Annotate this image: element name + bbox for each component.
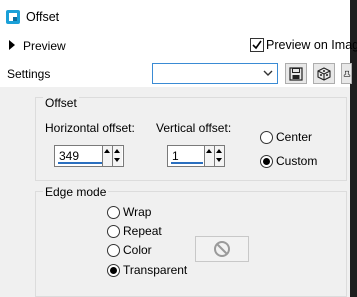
transparent-radio[interactable] (107, 264, 120, 277)
color-radio[interactable] (107, 244, 120, 257)
edge-color-swatch[interactable] (195, 236, 249, 262)
edge-mode-group-title: Edge mode (43, 185, 109, 199)
center-radio[interactable] (260, 131, 273, 144)
arrow-down-icon (216, 158, 222, 162)
value-underline (171, 162, 203, 164)
vertical-offset-value: 1 (172, 149, 179, 163)
horizontal-offset-field[interactable]: 349 (54, 145, 124, 167)
value-underline (58, 162, 102, 164)
arrow-down-icon (114, 158, 120, 162)
save-icon (289, 66, 303, 81)
repeat-radio[interactable] (107, 225, 120, 238)
preview-on-image-label: Preview on Image (266, 38, 357, 52)
color-radio-label: Color (123, 243, 152, 257)
offset-app-icon (6, 10, 20, 24)
save-preset-button[interactable] (285, 63, 307, 84)
radio-selected-dot (263, 158, 270, 165)
chevron-down-icon (263, 70, 273, 76)
vertical-offset-increment[interactable] (204, 146, 214, 166)
wrap-radio-label: Wrap (123, 205, 152, 219)
preview-label: Preview (23, 39, 66, 53)
repeat-radio-label: Repeat (123, 224, 162, 238)
edge-mode-group (35, 191, 347, 297)
transparent-radio-label: Transparent (123, 263, 188, 277)
window-title: Offset (26, 10, 60, 24)
checkmark-icon (252, 40, 262, 50)
preview-toggle[interactable]: Preview (9, 39, 69, 53)
vertical-offset-field[interactable]: 1 (167, 145, 225, 167)
radio-selected-dot (110, 267, 117, 274)
no-color-icon (214, 241, 230, 257)
horizontal-offset-label: Horizontal offset: (45, 121, 135, 135)
settings-label: Settings (7, 67, 51, 81)
horizontal-offset-decrement[interactable] (112, 146, 122, 166)
preview-on-image-checkbox[interactable] (250, 38, 264, 52)
presets-button[interactable] (313, 63, 335, 84)
arrow-up-icon (216, 149, 222, 153)
stamp-icon (343, 70, 351, 77)
custom-radio-label: Custom (276, 154, 318, 168)
arrow-up-icon (114, 149, 120, 153)
settings-dropdown[interactable] (152, 63, 278, 84)
vertical-offset-label: Vertical offset: (156, 121, 232, 135)
arrow-up-icon (104, 149, 110, 153)
arrow-up-icon (206, 149, 212, 153)
center-radio-label: Center (276, 130, 313, 144)
chevron-right-icon (9, 40, 15, 50)
stamp-button[interactable] (341, 63, 352, 84)
vertical-offset-decrement[interactable] (214, 146, 224, 166)
custom-radio[interactable] (260, 155, 273, 168)
wrap-radio[interactable] (107, 206, 120, 219)
horizontal-offset-value: 349 (59, 149, 80, 163)
horizontal-offset-increment[interactable] (102, 146, 112, 166)
offset-group-title: Offset (43, 96, 79, 110)
cube-icon (317, 66, 331, 81)
